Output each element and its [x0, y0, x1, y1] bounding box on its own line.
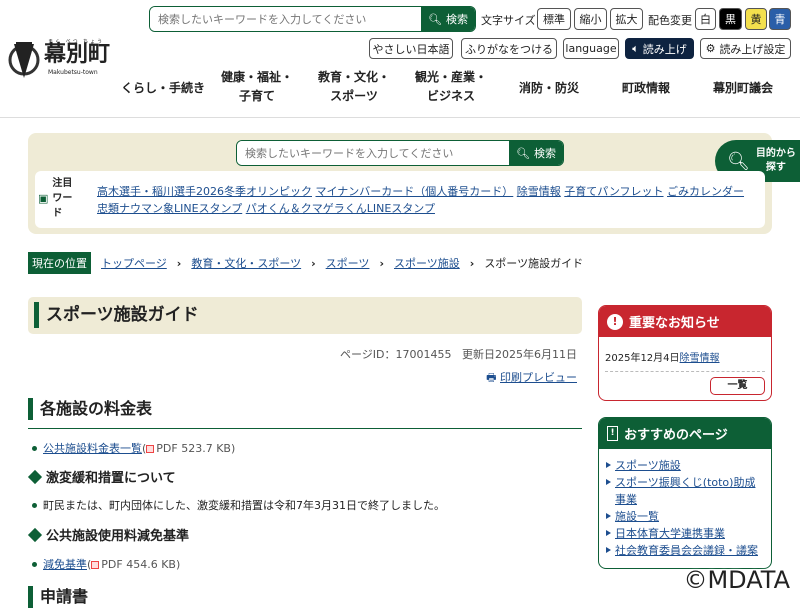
pdf-icon — [146, 445, 155, 453]
subheading: 公共施設使用料減免基準 — [27, 525, 189, 544]
breadcrumb-link[interactable]: スポーツ — [326, 255, 370, 271]
color-label: 配色変更 — [648, 14, 692, 27]
alert-icon: ! — [607, 313, 623, 330]
pdf-icon — [91, 561, 100, 569]
breadcrumb-label: 現在の位置 — [28, 252, 91, 274]
color-black[interactable]: 黒 — [719, 8, 742, 30]
color-white[interactable]: 白 — [695, 8, 716, 30]
important-notice: ! 重要なお知らせ 2025年12月4日除雪情報 一覧 — [598, 305, 772, 401]
list-item: 減免基準(PDF 454.6 KB) — [32, 556, 180, 572]
list-item: 町民または、町内団体にした、激変緩和措置は令和7年3月31日で終了しました。 — [32, 497, 445, 513]
header-search-input[interactable] — [150, 7, 422, 31]
breadcrumb: 現在の位置 トップページ › 教育・文化・スポーツ › スポーツ › スポーツ施設 › … — [28, 252, 583, 274]
color-yellow[interactable]: 黄 — [745, 8, 767, 30]
page-icon: ! — [607, 426, 618, 441]
nav-disaster[interactable]: 消防・防災 — [519, 79, 579, 98]
header-divider — [0, 117, 800, 118]
print-preview[interactable]: 🖶︎ 印刷プレビュー — [486, 369, 577, 388]
nav-education[interactable]: 教育・文化・ スポーツ — [318, 68, 390, 106]
font-size-larger[interactable]: 拡大 — [610, 8, 643, 30]
nav-living[interactable]: くらし・手続き — [121, 79, 205, 98]
keyword-link[interactable]: 除雪情報 — [517, 185, 561, 198]
list-item: 公共施設料金表一覧(PDF 523.7 KB) — [32, 440, 235, 456]
town-emblem-icon — [8, 42, 40, 78]
recommend-item: 社会教育委員会会議録・議案 — [605, 542, 765, 559]
chat-icon: ▣ — [38, 192, 49, 205]
watermark: ©MDATA — [683, 566, 790, 594]
nav-tourism[interactable]: 観光・産業・ ビジネス — [415, 68, 487, 106]
search-icon: 🔍︎ — [516, 146, 530, 160]
chevron-right-icon: › — [311, 256, 316, 270]
printer-icon: 🖶︎ — [486, 371, 497, 384]
breadcrumb-link[interactable]: 教育・文化・スポーツ — [191, 255, 301, 271]
speaker-icon: 🔈︎ — [632, 41, 639, 55]
header-search: 🔍︎検索 — [149, 6, 476, 32]
color-blue[interactable]: 青 — [769, 8, 791, 30]
search-icon: 🔍︎ — [428, 12, 442, 26]
main-search-button[interactable]: 🔍︎ 検索 — [509, 141, 563, 165]
recommend-item: スポーツ振興くじ(toto)助成事業 — [605, 474, 765, 508]
section-heading: 各施設の料金表 — [28, 398, 582, 420]
keywords-label: ▣ 注目 ワード — [38, 178, 73, 219]
notice-link[interactable]: 除雪情報 — [680, 353, 720, 364]
font-size-smaller[interactable]: 縮小 — [574, 8, 607, 30]
keyword-link[interactable]: パオくん＆クマゲラくんLINEスタンプ — [246, 202, 435, 215]
keyword-link[interactable]: ごみカレンダー — [667, 185, 744, 198]
read-aloud-settings-button[interactable]: ⚙ 読み上げ設定 — [700, 38, 791, 59]
font-size-label: 文字サイズ — [481, 14, 536, 27]
chevron-right-icon: › — [469, 256, 475, 270]
keyword-link[interactable]: 忠類ナウマン象LINEスタンプ — [97, 202, 242, 215]
logo[interactable]: まく べつ ちょう 幕別町 Makubetsu-town — [8, 38, 113, 80]
page-meta: ページID：17001455 更新日2025年6月11日 — [340, 348, 577, 361]
language-button[interactable]: language — [563, 38, 619, 59]
section-heading: 申請書 — [28, 586, 582, 608]
chevron-right-icon: › — [176, 256, 182, 270]
furigana-button[interactable]: ふりがなをつける — [461, 38, 557, 59]
main-search: 🔍︎検索 — [236, 140, 564, 166]
page-title: スポーツ施設ガイド — [34, 302, 199, 328]
nav-government[interactable]: 町政情報 — [622, 79, 670, 98]
notice-list-button[interactable]: 一覧 — [710, 377, 765, 395]
easy-japanese-button[interactable]: やさしい日本語 — [369, 38, 453, 59]
breadcrumb-link[interactable]: トップページ — [101, 255, 167, 271]
main-search-input[interactable] — [237, 141, 510, 165]
read-aloud-button[interactable]: 🔈︎ 読み上げ — [625, 38, 694, 59]
keyword-link[interactable]: 高木選手・稲川選手2026冬季オリンピック — [97, 185, 312, 198]
breadcrumb-link[interactable]: スポーツ施設 — [394, 255, 460, 271]
logo-romaji: Makubetsu-town — [48, 69, 98, 76]
section-underline — [28, 428, 582, 429]
recommend-item: 日本体育大学連携事業 — [605, 525, 765, 542]
nav-assembly[interactable]: 幕別町議会 — [713, 79, 773, 98]
keyword-link[interactable]: 子育てパンフレット — [564, 185, 663, 198]
font-size-standard[interactable]: 標準 — [537, 8, 571, 30]
nav-health[interactable]: 健康・福祉・ 子育て — [221, 68, 293, 106]
keyword-links: 高木選手・稲川選手2026冬季オリンピック マイナンバーカード（個人番号カード）… — [97, 183, 757, 217]
recommend-item: 施設一覧 — [605, 508, 765, 525]
diamond-icon — [27, 469, 43, 484]
keyword-link[interactable]: マイナンバーカード（個人番号カード） — [316, 185, 514, 198]
recommended-pages: ! おすすめのページ スポーツ施設 スポーツ振興くじ(toto)助成事業 施設一覧… — [598, 417, 772, 569]
recommend-item: スポーツ施設 — [605, 457, 765, 474]
search-icon: 🔍︎ — [727, 150, 750, 172]
subheading: 激変緩和措置について — [27, 467, 176, 486]
logo-name: 幕別町 — [44, 42, 111, 67]
diamond-icon — [27, 527, 43, 542]
header-search-button[interactable]: 🔍︎ 検索 — [421, 7, 475, 31]
chevron-right-icon: › — [379, 256, 384, 270]
breadcrumb-current: スポーツ施設ガイド — [484, 257, 584, 270]
gear-icon: ⚙ — [705, 42, 716, 55]
